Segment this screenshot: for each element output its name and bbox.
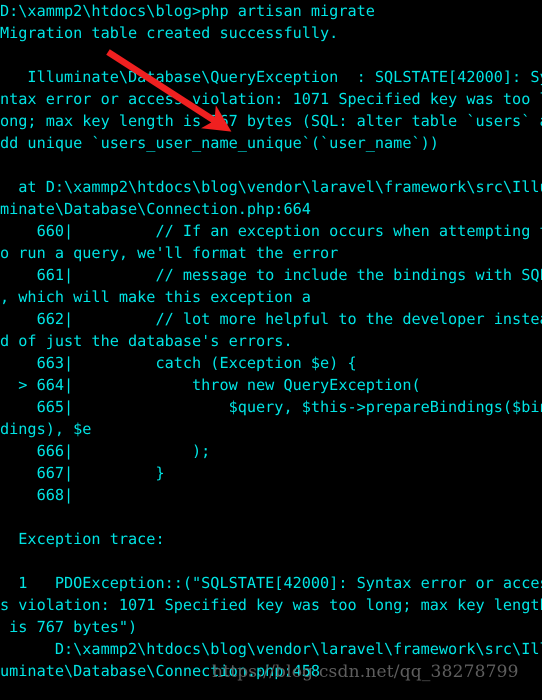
console-line: ntax error or access violation: 1071 Spe… [0,90,542,108]
console-line: 668| [0,486,74,504]
console-line: dd unique `users_user_name_unique`(`user… [0,134,439,152]
console-line: D:\xammp2\htdocs\blog\vendor\laravel\fra… [0,640,542,658]
console-line: 667| } [0,464,165,482]
console-line: is 767 bytes") [0,618,138,636]
console-line: Migration table created successfully. [0,24,339,42]
console-line: at D:\xammp2\htdocs\blog\vendor\laravel\… [0,178,542,196]
console-line: Exception trace: [0,530,165,548]
console-line: 666| ); [0,442,211,460]
console-line: 665| $query, $this->prepareBindings($bin [0,398,542,416]
console-line: 663| catch (Exception $e) { [0,354,357,372]
console-line: D:\xammp2\htdocs\blog>php artisan migrat… [0,2,375,20]
console-line: 660| // If an exception occurs when atte… [0,222,542,240]
console-line: d of just the database's errors. [0,332,293,350]
console-output: D:\xammp2\htdocs\blog>php artisan migrat… [0,0,542,700]
console-line: 1 PDOException::("SQLSTATE[42000]: Synta… [0,574,542,592]
console-line: > 664| throw new QueryException( [0,376,421,394]
console-line: minate\Database\Connection.php:664 [0,200,311,218]
console-line: s violation: 1071 Specified key was too … [0,596,542,614]
console-line: 662| // lot more helpful to the develope… [0,310,542,328]
terminal-window[interactable]: D:\xammp2\htdocs\blog>php artisan migrat… [0,0,542,700]
console-line: ong; max key length is 767 bytes (SQL: a… [0,112,542,130]
console-line: 661| // message to include the bindings … [0,266,542,284]
console-line: , which will make this exception a [0,288,311,306]
csdn-watermark: https://blog.csdn.net/qq_38278799 [212,662,519,682]
console-line: o run a query, we'll format the error [0,244,339,262]
console-line: Illuminate\Database\QueryException : SQL… [0,68,542,86]
console-line: dings), $e [0,420,92,438]
